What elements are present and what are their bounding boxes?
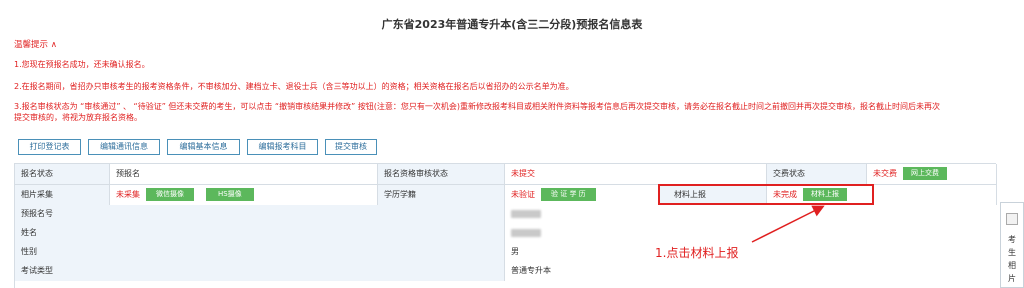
edit-subjects-button[interactable]: 编辑报考科目 bbox=[247, 139, 318, 155]
education-value: 未验证 bbox=[511, 190, 535, 199]
redacted-value bbox=[511, 228, 541, 237]
tips-toggle[interactable]: 温馨提示 ∧ bbox=[14, 38, 57, 50]
name-value bbox=[505, 224, 997, 243]
tip-1: 1.您现在预报名成功，还未确认报名。 bbox=[14, 60, 150, 69]
education-cell: 未验证验 证 学 历 bbox=[505, 185, 660, 206]
edit-basic-info-button[interactable]: 编辑基本信息 bbox=[167, 139, 240, 155]
edit-contact-button[interactable]: 编辑通讯信息 bbox=[88, 139, 160, 155]
registration-number-label: 预报名号 bbox=[15, 205, 505, 224]
annotation-highlight-box bbox=[658, 184, 874, 205]
table-row: 考试类型 普通专升本 bbox=[15, 262, 997, 281]
fee-status-label: 交费状态 bbox=[767, 164, 867, 185]
toolbar: 打印登记表 编辑通讯信息 编辑基本信息 编辑报考科目 提交审核 bbox=[18, 139, 377, 155]
tip-3-line-1: 3.报名审核状态为 “审核通过” 、 “待验证” 但还未交费的考生，可以点击 “… bbox=[14, 102, 940, 111]
print-form-button[interactable]: 打印登记表 bbox=[18, 139, 81, 155]
wechat-camera-button[interactable]: 微信摄像 bbox=[146, 188, 194, 201]
submit-audit-button[interactable]: 提交审核 bbox=[325, 139, 377, 155]
audit-status-label: 报名资格审核状态 bbox=[378, 164, 505, 185]
fee-status-value: 未交费 bbox=[873, 169, 897, 178]
tip-2: 2.在报名期间，省招办只审核考生的报考资格条件，不审核加分、建档立卡、退役士兵（… bbox=[14, 82, 574, 91]
photo-collect-value: 未采集 bbox=[116, 190, 140, 199]
table-row: 预报名号 bbox=[15, 205, 997, 224]
status-value: 预报名 bbox=[110, 164, 378, 185]
table-row: 姓名 bbox=[15, 224, 997, 243]
info-table: 预报名号 姓名 性别 男 考试类型 普通专升本 bbox=[14, 205, 997, 288]
annotation-text: 1.点击材料上报 bbox=[655, 246, 739, 260]
exam-type-value: 普通专升本 bbox=[505, 262, 997, 281]
verify-education-button[interactable]: 验 证 学 历 bbox=[541, 188, 596, 201]
status-label: 报名状态 bbox=[15, 164, 110, 185]
tip-3: 3.报名审核状态为 “审核通过” 、 “待验证” 但还未交费的考生，可以点击 “… bbox=[14, 101, 1024, 123]
pay-online-button[interactable]: 网上交费 bbox=[903, 167, 947, 180]
photo-alt-text: 考生相片 bbox=[1008, 235, 1016, 283]
registration-number-value bbox=[505, 205, 997, 224]
name-label: 姓名 bbox=[15, 224, 505, 243]
redacted-value bbox=[511, 209, 541, 218]
audit-status-value: 未提交 bbox=[505, 164, 767, 185]
photo-collect-cell: 未采集 微信摄像 HS摄像 bbox=[110, 185, 378, 206]
education-label: 学历学籍 bbox=[378, 185, 505, 206]
table-row: 性别 男 bbox=[15, 243, 997, 262]
exam-type-label: 考试类型 bbox=[15, 262, 505, 281]
tip-3-line-2: 提交审核的，将视为放弃报名资格。 bbox=[14, 113, 142, 122]
student-photo: 考生相片 bbox=[1000, 202, 1024, 288]
hs-camera-button[interactable]: HS摄像 bbox=[206, 188, 254, 201]
page-title: 广东省2023年普通专升本(含三二分段)预报名信息表 bbox=[381, 18, 643, 31]
broken-image-icon bbox=[1006, 213, 1018, 225]
gender-label: 性别 bbox=[15, 243, 505, 262]
gender-value: 男 bbox=[505, 243, 997, 262]
photo-collect-label: 相片采集 bbox=[15, 185, 110, 206]
fee-status-cell: 未交费 网上交费 bbox=[867, 164, 997, 185]
